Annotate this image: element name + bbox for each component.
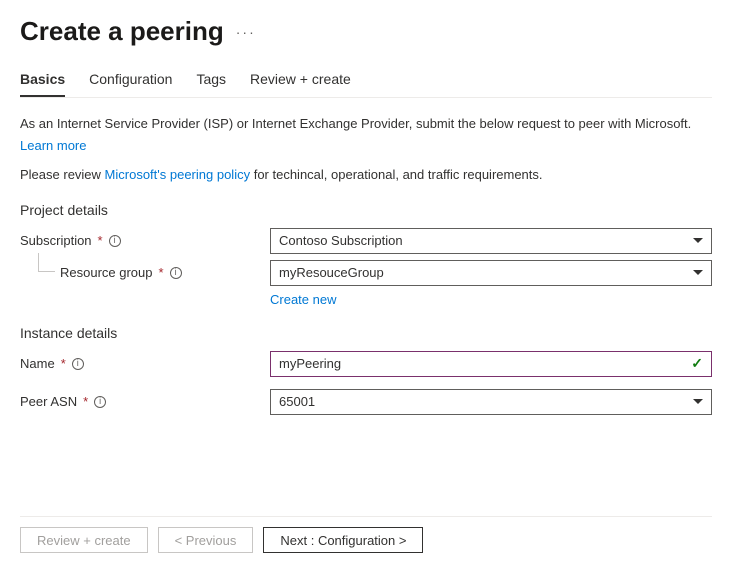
tab-configuration[interactable]: Configuration bbox=[89, 71, 172, 97]
required-indicator: * bbox=[83, 394, 88, 409]
policy-suffix: for techincal, operational, and traffic … bbox=[250, 167, 542, 182]
name-input[interactable]: myPeering ✓ bbox=[270, 351, 712, 377]
learn-more-link[interactable]: Learn more bbox=[20, 138, 86, 153]
tab-tags[interactable]: Tags bbox=[196, 71, 226, 97]
required-indicator: * bbox=[159, 265, 164, 280]
review-create-button: Review + create bbox=[20, 527, 148, 553]
more-actions-icon[interactable]: ··· bbox=[236, 24, 256, 40]
previous-button: < Previous bbox=[158, 527, 254, 553]
next-configuration-button[interactable]: Next : Configuration > bbox=[263, 527, 423, 553]
create-new-link[interactable]: Create new bbox=[270, 292, 712, 307]
required-indicator: * bbox=[98, 233, 103, 248]
peer-asn-value: 65001 bbox=[279, 394, 315, 409]
tab-review-create[interactable]: Review + create bbox=[250, 71, 351, 97]
info-icon[interactable]: i bbox=[94, 396, 106, 408]
info-icon[interactable]: i bbox=[72, 358, 84, 370]
subscription-label: Subscription bbox=[20, 233, 92, 248]
tab-basics[interactable]: Basics bbox=[20, 71, 65, 97]
policy-text: Please review Microsoft's peering policy… bbox=[20, 167, 712, 182]
peer-asn-label: Peer ASN bbox=[20, 394, 77, 409]
chevron-down-icon bbox=[693, 399, 703, 404]
policy-prefix: Please review bbox=[20, 167, 105, 182]
resource-group-value: myResouceGroup bbox=[279, 265, 384, 280]
chevron-down-icon bbox=[693, 238, 703, 243]
info-icon[interactable]: i bbox=[109, 235, 121, 247]
subscription-value: Contoso Subscription bbox=[279, 233, 403, 248]
required-indicator: * bbox=[61, 356, 66, 371]
name-value: myPeering bbox=[279, 356, 341, 371]
name-label: Name bbox=[20, 356, 55, 371]
resource-group-select[interactable]: myResouceGroup bbox=[270, 260, 712, 286]
peer-asn-select[interactable]: 65001 bbox=[270, 389, 712, 415]
project-details-heading: Project details bbox=[20, 202, 712, 218]
instance-details-heading: Instance details bbox=[20, 325, 712, 341]
resource-group-label: Resource group bbox=[60, 265, 153, 280]
chevron-down-icon bbox=[693, 270, 703, 275]
subscription-select[interactable]: Contoso Subscription bbox=[270, 228, 712, 254]
page-title: Create a peering bbox=[20, 16, 224, 47]
checkmark-icon: ✓ bbox=[691, 355, 703, 372]
info-icon[interactable]: i bbox=[170, 267, 182, 279]
intro-text: As an Internet Service Provider (ISP) or… bbox=[20, 114, 712, 134]
peering-policy-link[interactable]: Microsoft's peering policy bbox=[105, 167, 251, 182]
tab-bar: Basics Configuration Tags Review + creat… bbox=[20, 71, 712, 98]
